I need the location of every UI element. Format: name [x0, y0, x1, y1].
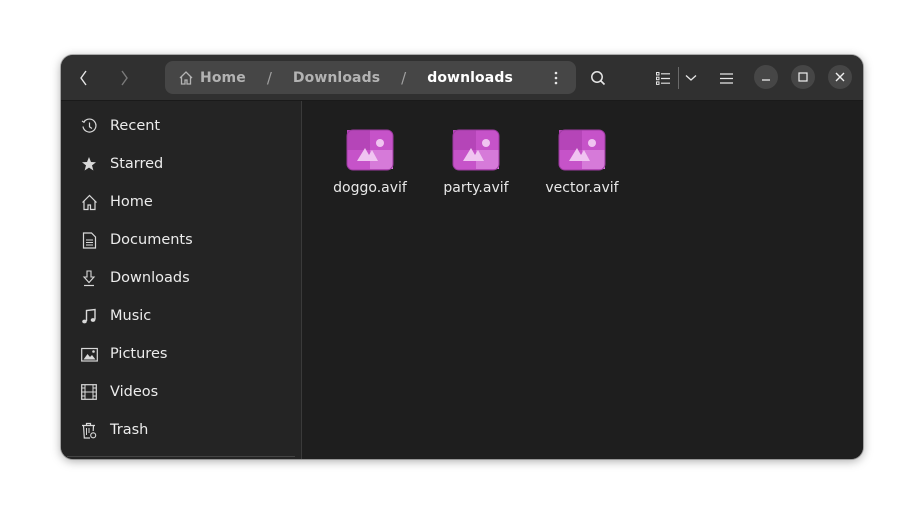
hamburger-menu-icon — [719, 72, 733, 84]
header-bar: Home / Downloads / downloads — [61, 55, 863, 101]
chevron-down-icon — [685, 75, 697, 81]
file-name: party.avif — [443, 180, 509, 196]
path-bar: Home / Downloads / downloads — [165, 61, 576, 94]
image-file-icon — [558, 129, 606, 171]
download-icon — [80, 269, 98, 287]
maximize-button[interactable] — [791, 65, 815, 89]
breadcrumb-home[interactable]: Home — [178, 70, 246, 86]
image-file-icon — [346, 129, 394, 171]
clock-icon — [80, 117, 98, 135]
close-icon — [835, 72, 845, 82]
file-item[interactable]: party.avif — [428, 129, 524, 196]
picture-icon — [80, 345, 98, 363]
close-button[interactable] — [828, 65, 852, 89]
breadcrumb-label: downloads — [427, 69, 513, 86]
file-name: vector.avif — [545, 180, 619, 196]
minimize-button[interactable] — [754, 65, 778, 89]
sidebar-item-label: Documents — [110, 232, 193, 248]
vertical-dots-icon — [554, 71, 558, 84]
sidebar-item-label: Recent — [110, 118, 161, 134]
chevron-left-icon — [80, 70, 87, 86]
chevron-right-icon — [121, 70, 128, 86]
sidebar-item-label: Videos — [110, 384, 159, 400]
breadcrumb-separator: / — [401, 68, 407, 87]
sidebar-item-documents[interactable]: Documents — [67, 223, 295, 257]
breadcrumb-label: Home — [200, 69, 246, 86]
file-name: doggo.avif — [333, 180, 407, 196]
search-icon — [591, 71, 606, 86]
breadcrumb-current[interactable]: downloads — [427, 70, 513, 86]
sidebar-item-recent[interactable]: Recent — [67, 109, 295, 143]
path-menu-button[interactable] — [542, 63, 570, 92]
sidebar-item-starred[interactable]: Starred — [67, 147, 295, 181]
sidebar-item-downloads[interactable]: Downloads — [67, 261, 295, 295]
sidebar-item-label: Trash — [110, 422, 149, 438]
view-options-dropdown[interactable] — [675, 62, 707, 94]
file-view: doggo.avif party.avif vector.avif — [302, 101, 863, 459]
back-button[interactable] — [68, 62, 100, 94]
sidebar-item-music[interactable]: Music — [67, 299, 295, 333]
list-view-icon — [656, 71, 670, 85]
home-icon — [179, 70, 193, 85]
sidebar-item-label: Music — [110, 308, 152, 324]
maximize-icon — [798, 72, 808, 82]
file-item[interactable]: vector.avif — [534, 129, 630, 196]
breadcrumb-label: Downloads — [292, 69, 381, 86]
sidebar-scroll-divider — [67, 456, 295, 457]
main-menu-button[interactable] — [710, 62, 742, 94]
sidebar-item-videos[interactable]: Videos — [67, 375, 295, 409]
search-button[interactable] — [582, 62, 614, 94]
breadcrumb-downloads[interactable]: Downloads — [293, 70, 380, 86]
sidebar-item-trash[interactable]: Trash — [67, 413, 295, 447]
home-icon — [80, 193, 98, 211]
star-icon — [80, 155, 98, 173]
film-icon — [80, 383, 98, 401]
sidebar-item-label: Downloads — [110, 270, 190, 286]
trash-icon — [80, 421, 98, 439]
document-icon — [80, 231, 98, 249]
file-manager-window: Home / Downloads / downloads Recent Star… — [61, 55, 863, 459]
breadcrumb-separator: / — [266, 68, 272, 87]
music-icon — [80, 307, 98, 325]
sidebar-item-pictures[interactable]: Pictures — [67, 337, 295, 371]
sidebar-item-label: Starred — [110, 156, 164, 172]
forward-button[interactable] — [108, 62, 140, 94]
sidebar-item-home[interactable]: Home — [67, 185, 295, 219]
file-item[interactable]: doggo.avif — [322, 129, 418, 196]
sidebar-item-label: Pictures — [110, 346, 168, 362]
sidebar-item-label: Home — [110, 194, 153, 210]
sidebar: Recent Starred Home Documents Downloads … — [61, 101, 302, 459]
minimize-icon — [762, 79, 770, 81]
image-file-icon — [452, 129, 500, 171]
